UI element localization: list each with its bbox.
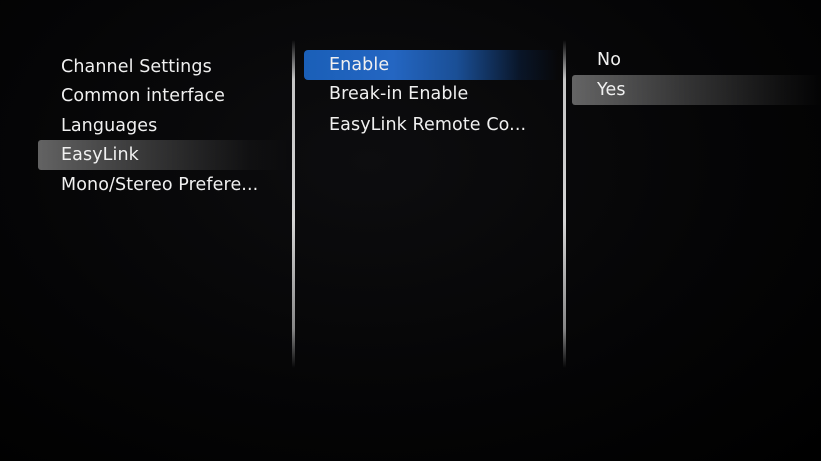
menu-item-easylink-remote-control[interactable]: EasyLink Remote Co... xyxy=(304,110,558,140)
menu-item-label: Break-in Enable xyxy=(329,84,469,104)
menu-item-mono-stereo-preference[interactable]: Mono/Stereo Prefere... xyxy=(38,170,288,200)
menu-item-easylink[interactable]: EasyLink xyxy=(38,140,288,170)
menu-item-label: EasyLink Remote Co... xyxy=(329,115,527,135)
menu-item-enable[interactable]: Enable xyxy=(304,50,558,80)
option-label: No xyxy=(597,50,621,70)
menu-item-label: Channel Settings xyxy=(61,57,212,77)
menu-item-label: Languages xyxy=(61,116,158,136)
menu-column-values: No Yes xyxy=(566,0,821,461)
menu-item-label: Mono/Stereo Prefere... xyxy=(61,175,259,195)
menu-item-label: Enable xyxy=(329,55,390,75)
menu-column-settings: Channel Settings Common interface Langua… xyxy=(0,0,292,461)
menu-item-break-in-enable[interactable]: Break-in Enable xyxy=(304,79,558,109)
menu-item-label: EasyLink xyxy=(61,145,139,165)
menu-item-languages[interactable]: Languages xyxy=(38,111,288,141)
menu-item-common-interface[interactable]: Common interface xyxy=(38,81,288,111)
menu-item-channel-settings[interactable]: Channel Settings xyxy=(38,52,288,82)
option-label: Yes xyxy=(597,80,626,100)
option-no[interactable]: No xyxy=(572,45,821,75)
menu-column-easylink-options: Enable Break-in Enable EasyLink Remote C… xyxy=(296,0,562,461)
menu-item-label: Common interface xyxy=(61,86,226,106)
column-divider xyxy=(292,40,295,368)
option-yes[interactable]: Yes xyxy=(572,75,821,105)
tv-menu-screen: Channel Settings Common interface Langua… xyxy=(0,0,821,461)
